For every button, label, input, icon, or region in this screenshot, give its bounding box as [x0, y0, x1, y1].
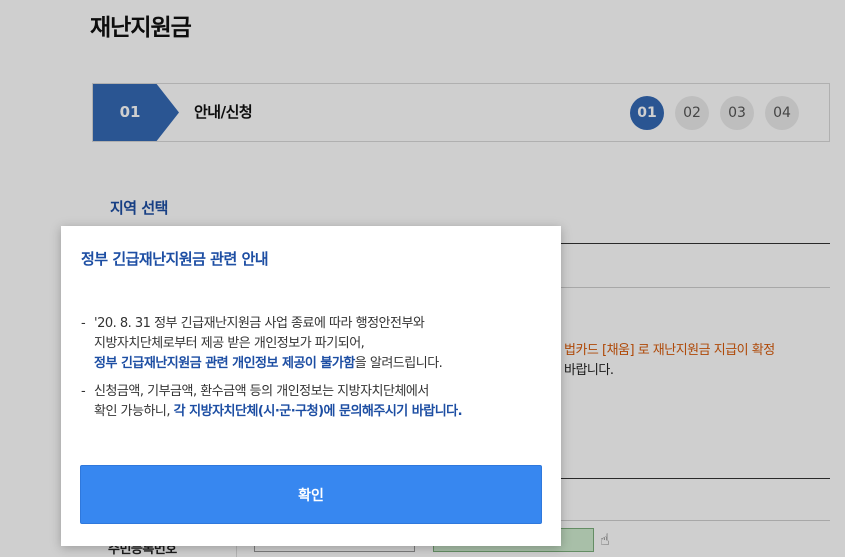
modal-title: 정부 긴급재난지원금 관련 안내 — [81, 250, 269, 268]
bullet1-tail: 을 알려드립니다. — [354, 356, 443, 371]
bullet1-line3: 정부 긴급재난지원금 관련 개인정보 제공이 불가함을 알려드립니다. — [94, 354, 546, 374]
modal-body: '20. 8. 31 정부 긴급재난지원금 사업 종료에 따라 행정안전부와 지… — [81, 314, 546, 422]
confirm-button[interactable]: 확인 — [80, 465, 542, 524]
bullet1-line2: 지방자치단체로부터 제공 받은 개인정보가 파기되어, — [94, 336, 365, 351]
bullet2-line1: 신청금액, 기부금액, 환수금액 등의 개인정보는 지방자치단체에서 — [94, 384, 429, 399]
bullet1-line1: '20. 8. 31 정부 긴급재난지원금 사업 종료에 따라 행정안전부와 — [94, 316, 425, 331]
notice-bullet-2: 신청금액, 기부금액, 환수금액 등의 개인정보는 지방자치단체에서 확인 가능… — [81, 382, 546, 422]
bullet1-emphasis: 정부 긴급재난지원금 관련 개인정보 제공이 불가함 — [94, 356, 355, 371]
bullet2-head: 확인 가능하니, — [94, 404, 174, 419]
bullet2-line2: 확인 가능하니, 각 지방자치단체(시·군·구청)에 문의해주시기 바랍니다. — [94, 402, 546, 422]
bullet2-emphasis: 각 지방자치단체(시·군·구청)에 문의해주시기 바랍니다. — [173, 404, 463, 419]
notice-modal: 정부 긴급재난지원금 관련 안내 '20. 8. 31 정부 긴급재난지원금 사… — [61, 226, 561, 546]
notice-bullet-1: '20. 8. 31 정부 긴급재난지원금 사업 종료에 따라 행정안전부와 지… — [81, 314, 546, 374]
